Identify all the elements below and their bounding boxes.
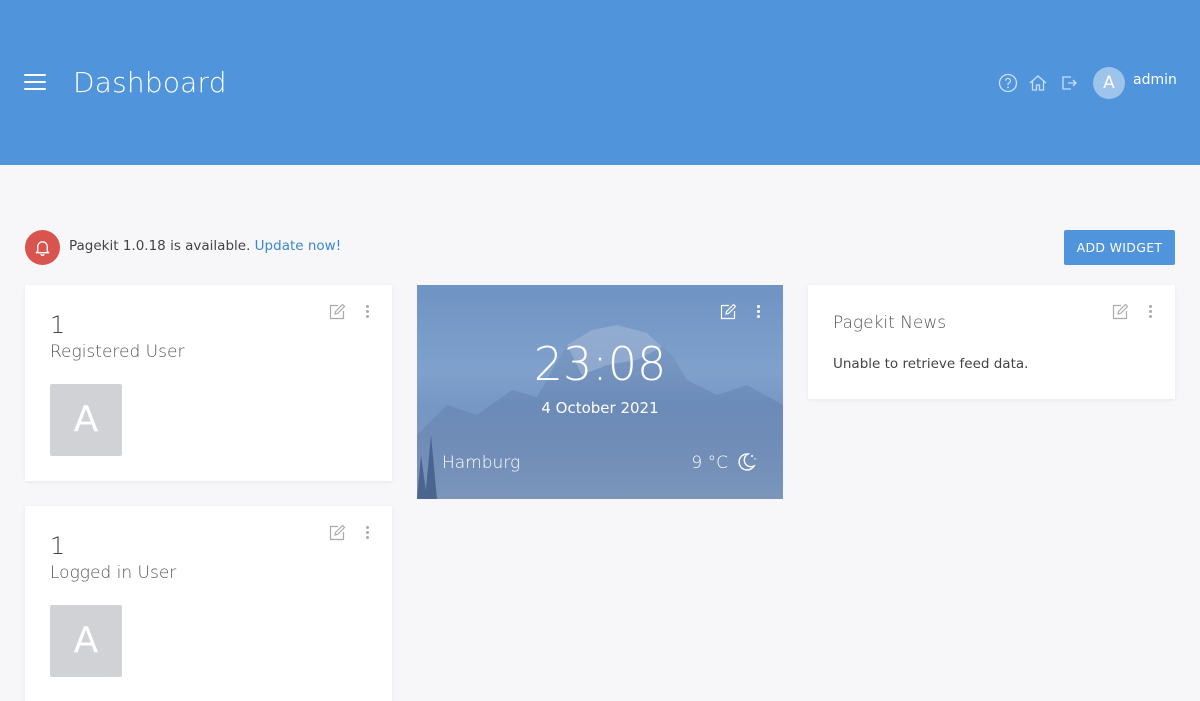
update-now-link[interactable]: Update now! xyxy=(255,238,341,254)
clock-date: 4 October 2021 xyxy=(541,399,659,417)
edit-icon[interactable] xyxy=(328,524,346,542)
user-avatar[interactable]: A xyxy=(50,384,122,456)
news-title: Pagekit News xyxy=(833,313,947,333)
logged-in-users-widget: 1 Logged in User A xyxy=(25,506,392,701)
weather-city: Hamburg xyxy=(442,453,521,473)
more-options-icon[interactable] xyxy=(360,524,374,542)
add-widget-button[interactable]: ADD WIDGET xyxy=(1064,230,1175,265)
news-message: Unable to retrieve feed data. xyxy=(833,356,1029,372)
moon-icon xyxy=(738,453,756,471)
avatar[interactable]: A xyxy=(1093,67,1125,99)
page-title: Dashboard xyxy=(73,66,227,99)
logout-icon[interactable] xyxy=(1059,73,1079,93)
username[interactable]: admin xyxy=(1133,72,1177,88)
user-count: 1 xyxy=(50,311,66,339)
menu-icon[interactable] xyxy=(24,74,46,92)
user-count-label: Logged in User xyxy=(50,563,177,583)
home-icon[interactable] xyxy=(1028,73,1048,93)
news-widget: Pagekit News Unable to retrieve feed dat… xyxy=(808,285,1175,399)
registered-users-widget: 1 Registered User A xyxy=(25,285,392,481)
user-avatar[interactable]: A xyxy=(50,605,122,677)
app-header: Dashboard A admin xyxy=(0,0,1200,165)
update-notice: Pagekit 1.0.18 is available. Update now! xyxy=(69,238,341,254)
more-options-icon[interactable] xyxy=(751,303,765,321)
notification-badge xyxy=(25,230,60,265)
user-count-label: Registered User xyxy=(50,342,185,362)
user-count: 1 xyxy=(50,532,66,560)
update-notice-text: Pagekit 1.0.18 is available. xyxy=(69,238,251,254)
weather-widget: 23:08 4 October 2021 Hamburg 9 °C xyxy=(417,285,783,499)
clock-time: 23:08 xyxy=(533,337,667,391)
bell-icon xyxy=(35,241,50,256)
help-icon[interactable] xyxy=(998,73,1018,93)
edit-icon[interactable] xyxy=(1111,303,1129,321)
more-options-icon[interactable] xyxy=(1143,303,1157,321)
more-options-icon[interactable] xyxy=(360,303,374,321)
weather-temperature: 9 °C xyxy=(691,453,728,473)
edit-icon[interactable] xyxy=(328,303,346,321)
edit-icon[interactable] xyxy=(719,303,737,321)
